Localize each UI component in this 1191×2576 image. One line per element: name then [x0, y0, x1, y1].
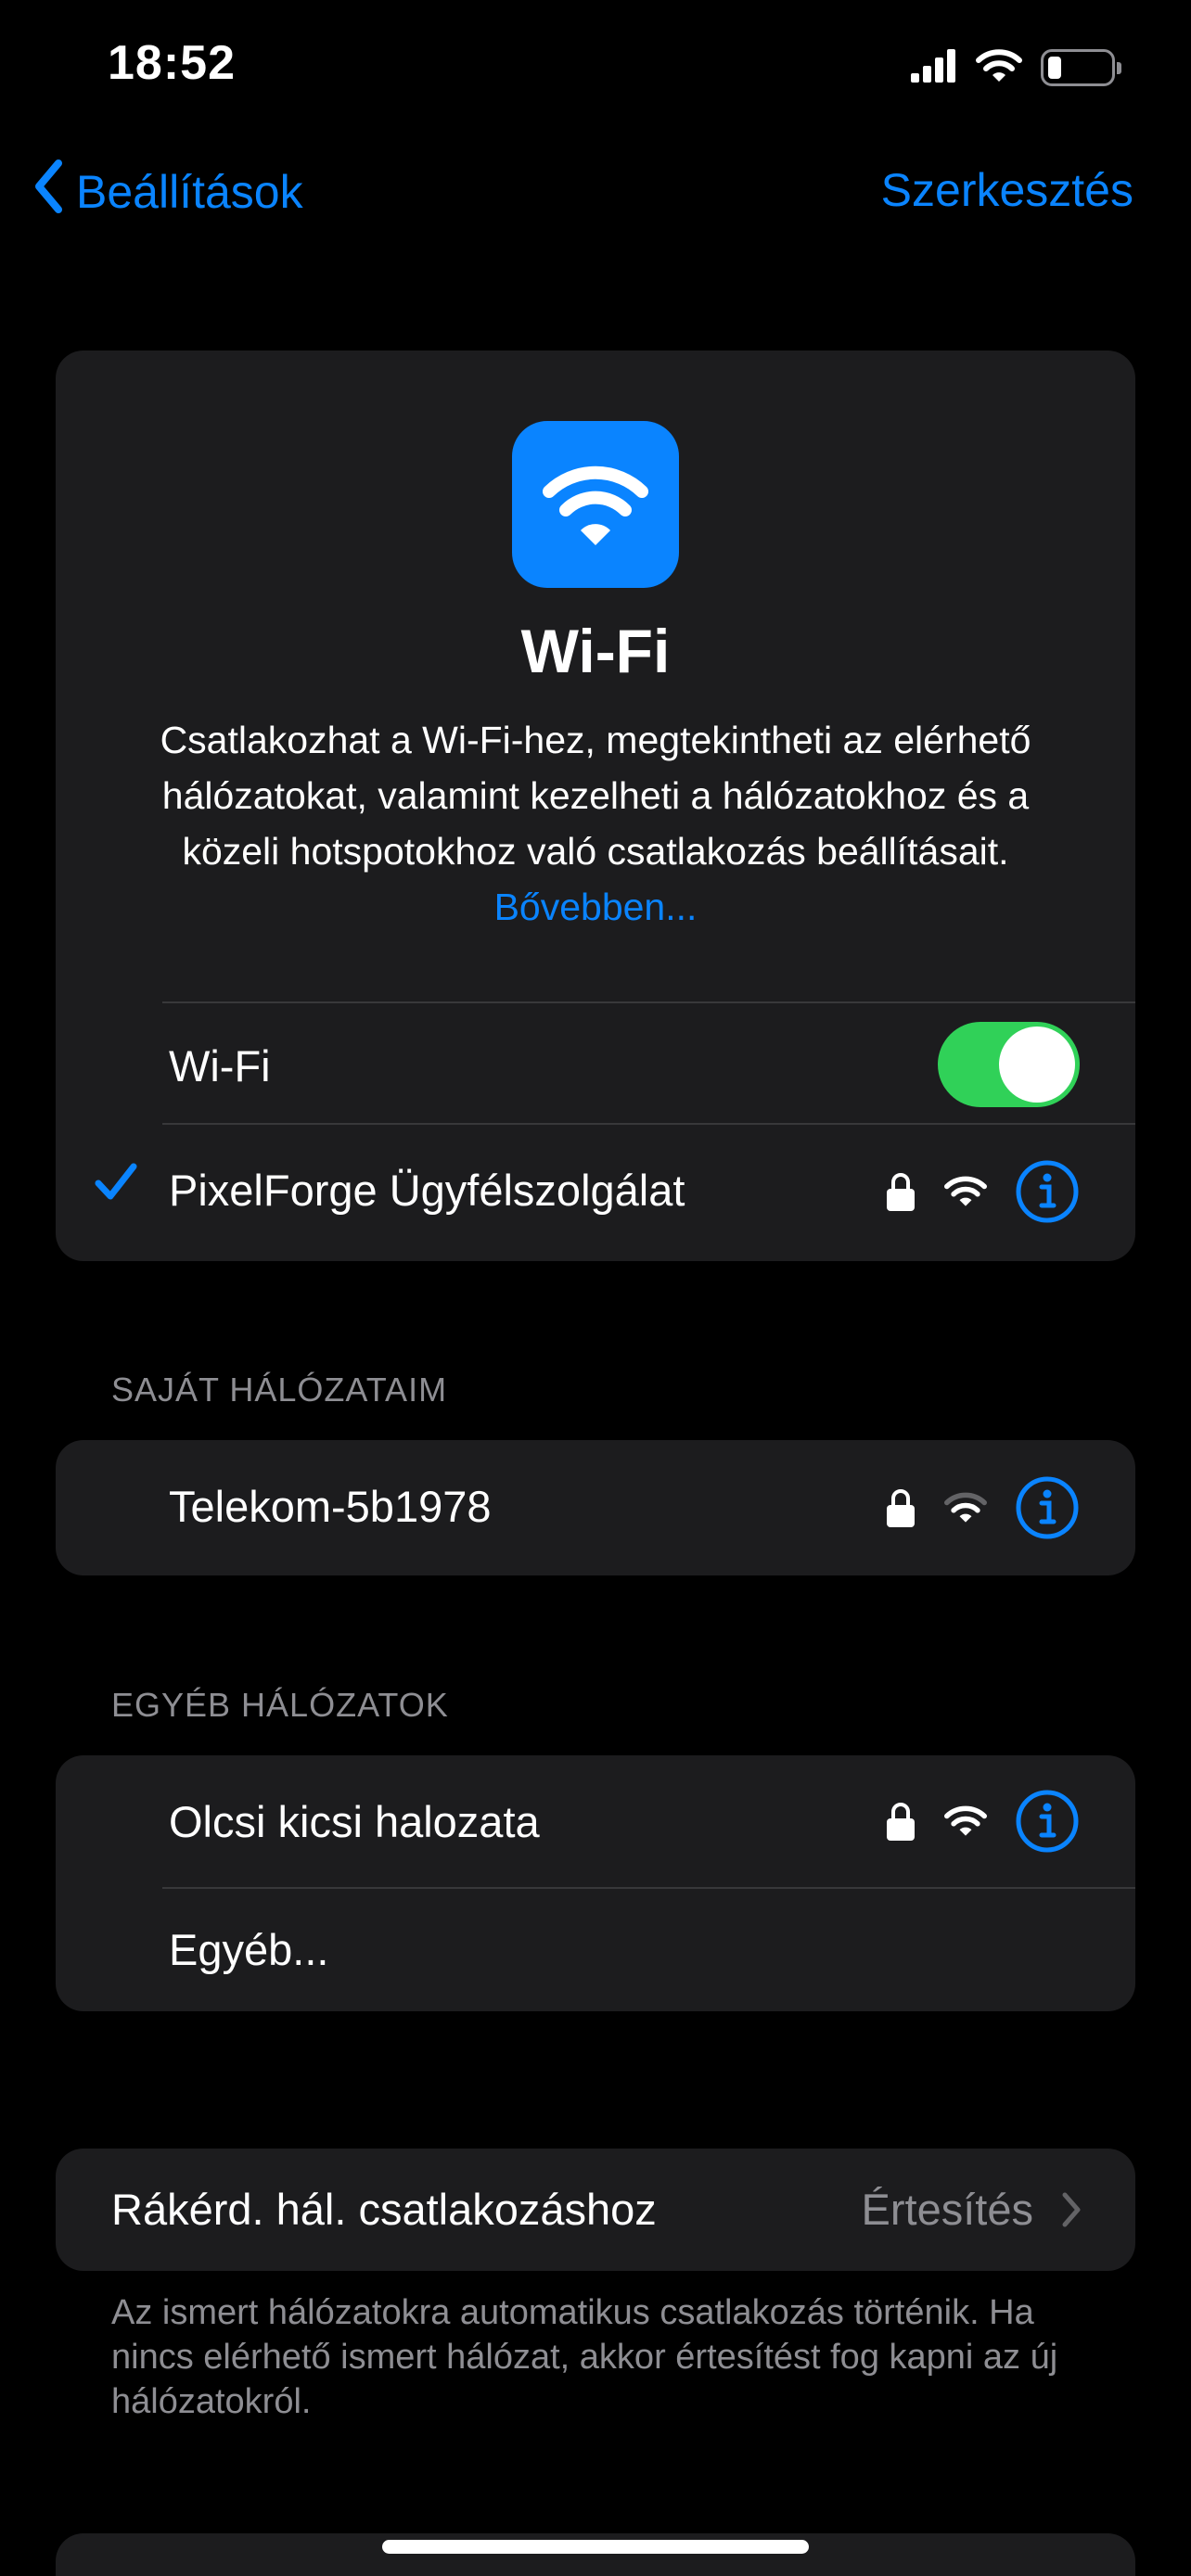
- lock-icon: [885, 1801, 916, 1846]
- info-icon[interactable]: [1015, 1159, 1080, 1229]
- my-networks-card: Telekom-5b1978: [56, 1440, 1135, 1575]
- back-label: Beállítások: [76, 166, 303, 218]
- network-name: Olcsi kicsi halozata: [169, 1797, 540, 1846]
- lock-icon: [885, 1487, 916, 1533]
- info-icon[interactable]: [1015, 1475, 1080, 1545]
- network-status-icons: [885, 1789, 1080, 1858]
- status-icons: [911, 45, 1121, 91]
- wifi-toggle-label: Wi-Fi: [169, 1041, 271, 1090]
- network-status-icons: [885, 1159, 1080, 1229]
- wifi-icon: [976, 48, 1022, 88]
- wifi-card: Wi-Fi Csatlakozhat a Wi-Fi-hez, megtekin…: [56, 351, 1135, 1261]
- wifi-description: Csatlakozhat a Wi-Fi-hez, megtekintheti …: [139, 712, 1052, 935]
- home-indicator[interactable]: [382, 2540, 809, 2554]
- network-status-icons: [885, 1475, 1080, 1545]
- ask-to-join-value: Értesítés: [861, 2185, 1033, 2234]
- lock-icon: [885, 1171, 916, 1217]
- page-title: Wi-Fi: [520, 617, 671, 685]
- ask-to-join-label: Rákérd. hál. csatlakozáshoz: [111, 2185, 657, 2234]
- connected-network-row[interactable]: PixelForge Ügyfélszolgálat: [56, 1124, 1135, 1261]
- other-network-row[interactable]: Egyéb...: [56, 1889, 1135, 2011]
- other-networks-card: Olcsi kicsi halozata Egyéb...: [56, 1755, 1135, 2011]
- battery-icon: [1041, 49, 1121, 86]
- status-bar: 18:52: [0, 0, 1191, 139]
- divider: [162, 1001, 1135, 1003]
- wifi-strength-icon: [944, 1804, 987, 1843]
- chevron-right-icon: [1061, 2191, 1082, 2233]
- my-networks-header: SAJÁT HÁLÓZATAIM: [111, 1371, 448, 1409]
- navigation-bar: Beállítások Szerkesztés: [0, 148, 1191, 232]
- other-network-label: Egyéb...: [169, 1925, 329, 1974]
- learn-more-link[interactable]: Bővebben...: [494, 886, 698, 928]
- wifi-strength-icon: [944, 1175, 987, 1213]
- wifi-toggle[interactable]: [938, 1022, 1080, 1107]
- description-text: Csatlakozhat a Wi-Fi-hez, megtekintheti …: [160, 719, 1031, 873]
- info-icon[interactable]: [1015, 1789, 1080, 1858]
- other-networks-header: EGYÉB HÁLÓZATOK: [111, 1686, 449, 1724]
- edit-button[interactable]: Szerkesztés: [881, 163, 1133, 217]
- chevron-left-icon: [33, 159, 63, 224]
- ask-to-join-row[interactable]: Rákérd. hál. csatlakozáshoz Értesítés: [56, 2149, 1135, 2271]
- checkmark-icon: [95, 1161, 137, 1208]
- cellular-signal-icon: [911, 48, 957, 87]
- back-button[interactable]: Beállítások: [33, 159, 303, 224]
- connected-network-name: PixelForge Ügyfélszolgálat: [169, 1166, 685, 1215]
- wifi-app-icon: [512, 421, 679, 588]
- network-row[interactable]: Telekom-5b1978: [56, 1440, 1135, 1575]
- wifi-strength-icon: [944, 1491, 987, 1529]
- ask-to-join-note: Az ismert hálózatokra automatikus csatla…: [111, 2293, 1058, 2421]
- status-time: 18:52: [108, 36, 236, 90]
- network-name: Telekom-5b1978: [169, 1482, 492, 1531]
- network-row[interactable]: Olcsi kicsi halozata: [56, 1755, 1135, 1887]
